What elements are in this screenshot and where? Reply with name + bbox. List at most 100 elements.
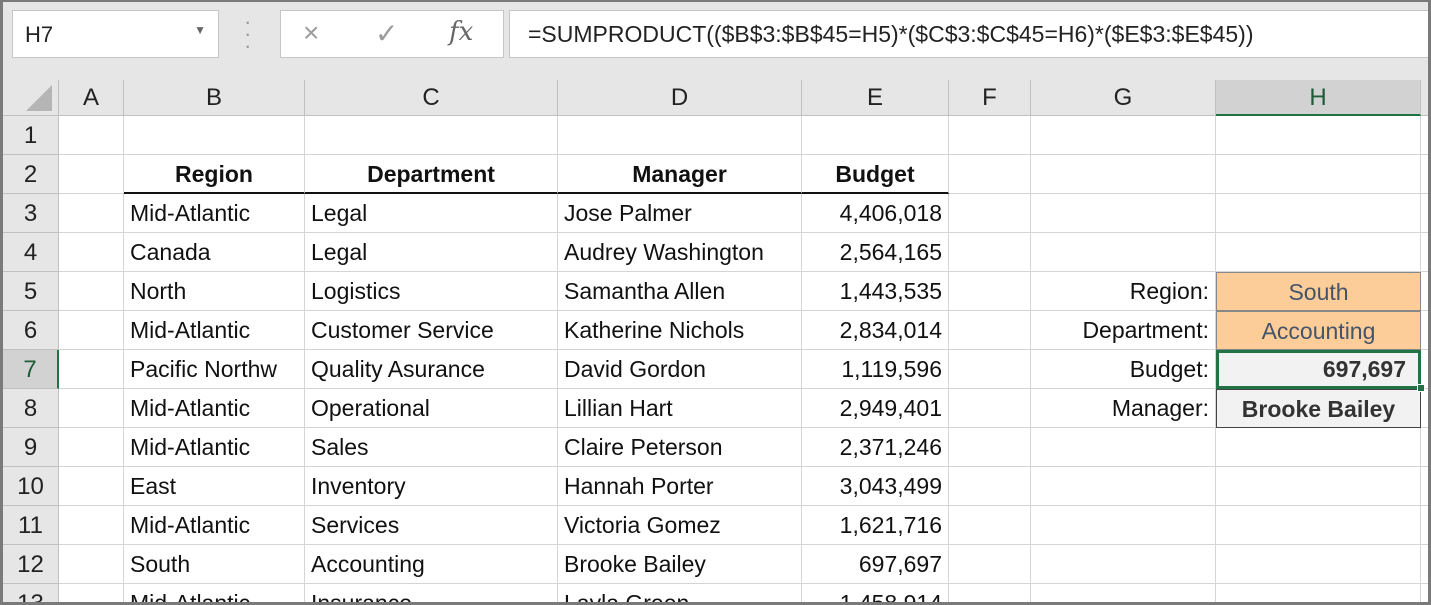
cell[interactable] <box>1421 545 1428 584</box>
table-cell-manager[interactable]: Brooke Bailey <box>558 545 802 584</box>
cell[interactable] <box>1421 467 1428 506</box>
row-header-4[interactable]: 4 <box>3 233 59 272</box>
row-header-13[interactable]: 13 <box>3 584 59 602</box>
cell[interactable] <box>1421 428 1428 467</box>
table-cell-region[interactable]: Mid-Atlantic <box>124 506 305 545</box>
table-cell-manager[interactable]: Audrey Washington <box>558 233 802 272</box>
table-cell-manager[interactable]: Katherine Nichols <box>558 311 802 350</box>
row-header-7[interactable]: 7 <box>3 350 59 389</box>
cell[interactable] <box>1216 506 1421 545</box>
cell[interactable] <box>1031 116 1216 155</box>
cell[interactable] <box>59 155 124 194</box>
table-cell-budget[interactable]: 1,119,596 <box>802 350 949 389</box>
cell[interactable] <box>59 467 124 506</box>
cell[interactable] <box>1031 545 1216 584</box>
header-manager[interactable]: Manager <box>558 155 802 194</box>
cell[interactable] <box>949 116 1031 155</box>
cell[interactable] <box>1216 155 1421 194</box>
column-header-c[interactable]: C <box>305 80 558 116</box>
table-cell-department[interactable]: Sales <box>305 428 558 467</box>
name-box[interactable]: H7 ▼ <box>12 10 219 58</box>
manager-value-cell[interactable]: Brooke Bailey <box>1216 389 1421 428</box>
chevron-down-icon[interactable]: ▼ <box>194 23 206 37</box>
row-header-11[interactable]: 11 <box>3 506 59 545</box>
cell[interactable] <box>949 272 1031 311</box>
cell[interactable] <box>59 389 124 428</box>
table-cell-budget[interactable]: 1,458,914 <box>802 584 949 602</box>
cell[interactable] <box>949 467 1031 506</box>
table-cell-manager[interactable]: Samantha Allen <box>558 272 802 311</box>
table-cell-budget[interactable]: 2,564,165 <box>802 233 949 272</box>
cell[interactable] <box>59 116 124 155</box>
row-header-6[interactable]: 6 <box>3 311 59 350</box>
table-cell-region[interactable]: Mid-Atlantic <box>124 311 305 350</box>
cell[interactable] <box>1421 194 1428 233</box>
table-cell-manager[interactable]: David Gordon <box>558 350 802 389</box>
table-cell-budget[interactable]: 4,406,018 <box>802 194 949 233</box>
cell[interactable] <box>124 116 305 155</box>
cell[interactable] <box>1216 194 1421 233</box>
row-header-8[interactable]: 8 <box>3 389 59 428</box>
column-header-d[interactable]: D <box>558 80 802 116</box>
cell[interactable] <box>1421 311 1428 350</box>
cell[interactable] <box>1216 233 1421 272</box>
table-cell-budget[interactable]: 2,371,246 <box>802 428 949 467</box>
cell[interactable] <box>1421 389 1428 428</box>
cell[interactable] <box>949 545 1031 584</box>
table-cell-manager[interactable]: Layla Green <box>558 584 802 602</box>
cell[interactable] <box>1031 467 1216 506</box>
table-cell-department[interactable]: Quality Asurance <box>305 350 558 389</box>
cell[interactable] <box>59 584 124 602</box>
cell[interactable] <box>558 116 802 155</box>
table-cell-region[interactable]: East <box>124 467 305 506</box>
row-header-9[interactable]: 9 <box>3 428 59 467</box>
table-cell-budget[interactable]: 3,043,499 <box>802 467 949 506</box>
budget-value-cell[interactable]: 697,697 <box>1216 350 1421 389</box>
table-cell-department[interactable]: Insurance <box>305 584 558 602</box>
region-value-cell[interactable]: South <box>1216 272 1421 311</box>
cell[interactable] <box>59 233 124 272</box>
cell[interactable] <box>949 350 1031 389</box>
table-cell-department[interactable]: Legal <box>305 233 558 272</box>
table-cell-region[interactable]: South <box>124 545 305 584</box>
cell[interactable] <box>949 428 1031 467</box>
cell[interactable] <box>949 194 1031 233</box>
table-cell-manager[interactable]: Claire Peterson <box>558 428 802 467</box>
insert-function-icon[interactable]: fx <box>449 17 473 47</box>
table-cell-budget[interactable]: 2,834,014 <box>802 311 949 350</box>
table-cell-region[interactable]: Pacific Northw <box>124 350 305 389</box>
table-cell-manager[interactable]: Lillian Hart <box>558 389 802 428</box>
cell[interactable] <box>1421 584 1428 602</box>
cell[interactable] <box>1216 584 1421 602</box>
column-header-b[interactable]: B <box>124 80 305 116</box>
cell[interactable] <box>59 350 124 389</box>
cell[interactable] <box>59 428 124 467</box>
column-header-a[interactable]: A <box>59 80 124 116</box>
fill-handle[interactable] <box>1417 384 1425 392</box>
table-cell-department[interactable]: Logistics <box>305 272 558 311</box>
row-header-12[interactable]: 12 <box>3 545 59 584</box>
cell[interactable] <box>305 116 558 155</box>
table-cell-department[interactable]: Operational <box>305 389 558 428</box>
table-cell-department[interactable]: Legal <box>305 194 558 233</box>
cell[interactable] <box>1421 116 1428 155</box>
cancel-icon[interactable]: × <box>303 17 319 49</box>
header-department[interactable]: Department <box>305 155 558 194</box>
column-header-g[interactable]: G <box>1031 80 1216 116</box>
cell[interactable] <box>949 584 1031 602</box>
cell[interactable] <box>949 233 1031 272</box>
row-header-10[interactable]: 10 <box>3 467 59 506</box>
column-header-h[interactable]: H <box>1216 80 1421 116</box>
cell[interactable] <box>1216 467 1421 506</box>
cell[interactable] <box>1031 428 1216 467</box>
row-header-5[interactable]: 5 <box>3 272 59 311</box>
cell[interactable] <box>1216 116 1421 155</box>
cell[interactable] <box>1421 155 1428 194</box>
header-budget[interactable]: Budget <box>802 155 949 194</box>
table-cell-budget[interactable]: 1,621,716 <box>802 506 949 545</box>
department-value-cell[interactable]: Accounting <box>1216 311 1421 350</box>
table-cell-manager[interactable]: Hannah Porter <box>558 467 802 506</box>
drag-handle-icon[interactable]: · · · <box>244 11 252 57</box>
column-header-f[interactable]: F <box>949 80 1031 116</box>
cell[interactable] <box>59 506 124 545</box>
